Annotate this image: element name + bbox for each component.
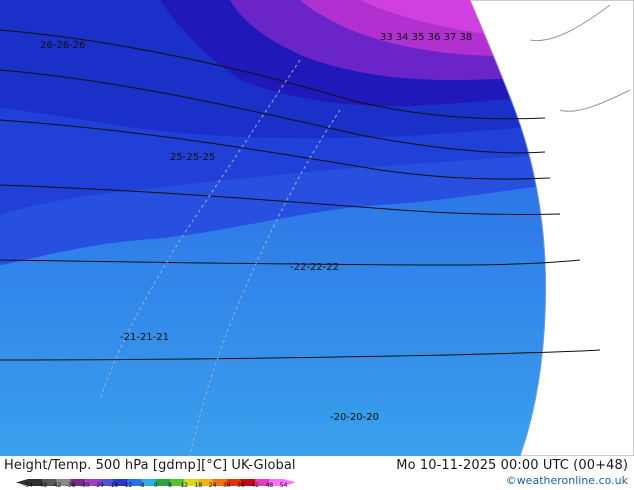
legend-tick-label: 8 [168, 482, 172, 489]
field-label-upper: 25-25-25 [170, 152, 215, 163]
legend-tick-label: -54 [23, 482, 33, 489]
legend-tick-label: -38 [65, 482, 76, 489]
field-label-top-left: 26-26-26 [40, 40, 85, 51]
forecast-timestamp: Mo 10-11-2025 00:00 UTC (00+48) [396, 458, 628, 473]
legend-tick-label: -48 [37, 482, 48, 489]
weather-map: 26-26-26 25-25-25 -22-22-22 -21-21-21 -2… [0, 0, 634, 456]
field-label-bottom: -20-20-20 [330, 412, 379, 423]
field-label-lower: -21-21-21 [120, 332, 169, 343]
legend-tick-label: 54 [279, 482, 288, 489]
legend-tick-label: 18 [194, 482, 203, 489]
legend-tick-label: 42 [251, 482, 260, 489]
legend-tick-label: -12 [122, 482, 133, 489]
legend-tick-label: 48 [265, 482, 274, 489]
chart-title: Height/Temp. 500 hPa [gdmp][°C] UK-Globa… [4, 458, 296, 473]
legend-tick-label: -24 [94, 482, 104, 489]
legend-tick-label: -18 [108, 482, 119, 489]
legend-tick-label: -8 [138, 482, 145, 489]
legend-tick-label: -30 [79, 482, 90, 489]
legend-tick-label: 24 [208, 482, 217, 489]
legend-tick-label: 0 [153, 482, 158, 489]
field-label-middle: -22-22-22 [290, 262, 339, 273]
field-label-warm-edge: 33 34 35 36 37 38 [380, 32, 472, 43]
credit-link[interactable]: ©weatheronline.co.uk [506, 474, 628, 487]
legend-tick-label: 12 [180, 482, 189, 489]
legend-tick-label: 30 [222, 482, 231, 489]
legend-tick-labels: -54 -48 -42 -38 -30 -24 -18 -12 -8 0 8 12 18 24 30 36 42… [23, 482, 298, 490]
legend-tick-label: 36 [237, 482, 245, 489]
legend-tick-label: -42 [51, 482, 62, 489]
